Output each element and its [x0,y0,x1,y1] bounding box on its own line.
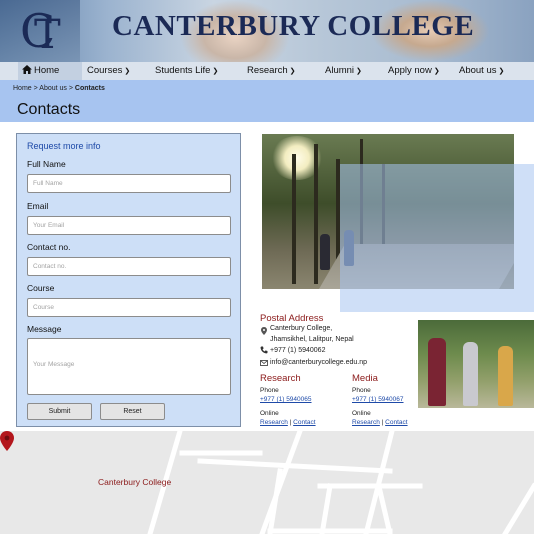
chevron-down-icon: ❯ [124,68,131,75]
nav-item-research[interactable]: Research ❯ [247,62,296,80]
mail-icon [260,360,268,366]
reset-button[interactable]: Reset [100,403,165,420]
map-pin-icon[interactable] [0,431,14,451]
media-phone-link[interactable]: +977 (1) 5940067 [352,396,404,403]
media-phone-label: Phone [352,387,371,394]
nav-item-alumni[interactable]: Alumni ❯ [325,62,362,80]
address-line-1: Canterbury College, [270,325,333,332]
postal-email[interactable]: info@canterburycollege.edu.np [270,359,367,366]
nav-item-home[interactable]: Home [18,62,82,80]
student-figure [463,342,478,406]
message-textarea[interactable] [27,338,231,395]
full-name-input[interactable] [27,174,231,193]
media-title: Media [352,373,378,384]
media-contact-link[interactable]: Contact [385,419,407,426]
form-heading: Request more info [27,141,101,151]
page-title: Contacts [17,101,81,118]
student-figure [498,346,513,406]
nav-label-home: Home [34,65,60,76]
site-header: CT CANTERBURY COLLEGE [0,0,534,62]
contact-no-input[interactable] [27,257,231,276]
nav-item-students-life[interactable]: Students Life ❯ [155,62,218,80]
chevron-down-icon: ❯ [289,68,296,75]
student-figure [320,234,330,270]
nav-label-about-us: About us [459,65,497,76]
media-research-link[interactable]: Research [352,419,380,426]
tree-trunk [314,144,318,284]
course-input[interactable] [27,298,231,317]
nav-label-alumni: Alumni [325,65,355,76]
main-nav: Home Courses ❯ Students Life ❯ Research ❯ A… [0,62,534,80]
message-label: Message [27,324,62,334]
research-phone-label: Phone [260,387,279,394]
full-name-label: Full Name [27,159,66,169]
address-line-2: Jhamsikhel, Lalitpur, Nepal [270,336,354,343]
research-title: Research [260,373,301,384]
site-title: CANTERBURY COLLEGE [112,10,475,42]
research-research-link[interactable]: Research [260,419,288,426]
email-label: Email [27,201,49,211]
campus-photo-overlay [340,164,534,312]
postal-phone: +977 (1) 5940062 [270,347,326,354]
link-separator: | [289,419,292,426]
chevron-down-icon: ❯ [433,68,440,75]
college-logo[interactable]: CT [18,0,68,60]
nav-label-students-life: Students Life [155,65,211,76]
chevron-down-icon: ❯ [498,68,505,75]
location-icon [261,327,267,335]
email-input[interactable] [27,216,231,235]
students-photo [418,320,534,408]
course-label: Course [27,283,55,293]
home-icon [22,63,32,81]
research-online-label: Online [260,410,279,417]
postal-address-title: Postal Address [260,313,324,324]
submit-button[interactable]: Submit [27,403,92,420]
research-online-links: Research | Contact [260,419,316,426]
location-map[interactable]: Canterbury College [0,431,534,534]
research-phone-link[interactable]: +977 (1) 5940065 [260,396,312,403]
nav-item-courses[interactable]: Courses ❯ [87,62,130,80]
breadcrumb-home[interactable]: Home [13,85,32,92]
link-separator: | [381,419,384,426]
breadcrumb-about[interactable]: About us [39,85,67,92]
nav-label-apply-now: Apply now [388,65,432,76]
chevron-down-icon: ❯ [212,68,219,75]
research-contact-link[interactable]: Contact [293,419,315,426]
breadcrumb: Home > About us > Contacts [13,85,105,92]
tree-trunk [292,154,296,284]
nav-item-about-us[interactable]: About us ❯ [459,62,504,80]
student-figure [428,338,446,406]
contact-no-label: Contact no. [27,242,71,252]
request-info-form: Request more info Full Name Email Contac… [16,133,241,427]
map-streets [147,431,534,534]
page-title-bar: Home > About us > Contacts Contacts [0,80,534,122]
nav-item-apply-now[interactable]: Apply now ❯ [388,62,440,80]
media-online-links: Research | Contact [352,419,408,426]
phone-icon [260,346,268,354]
media-online-label: Online [352,410,371,417]
chevron-down-icon: ❯ [356,68,362,75]
breadcrumb-current: Contacts [74,85,105,92]
map-location-label: Canterbury College [98,477,172,487]
breadcrumb-separator: > [66,85,75,92]
nav-label-courses: Courses [87,65,123,76]
nav-label-research: Research [247,65,288,76]
